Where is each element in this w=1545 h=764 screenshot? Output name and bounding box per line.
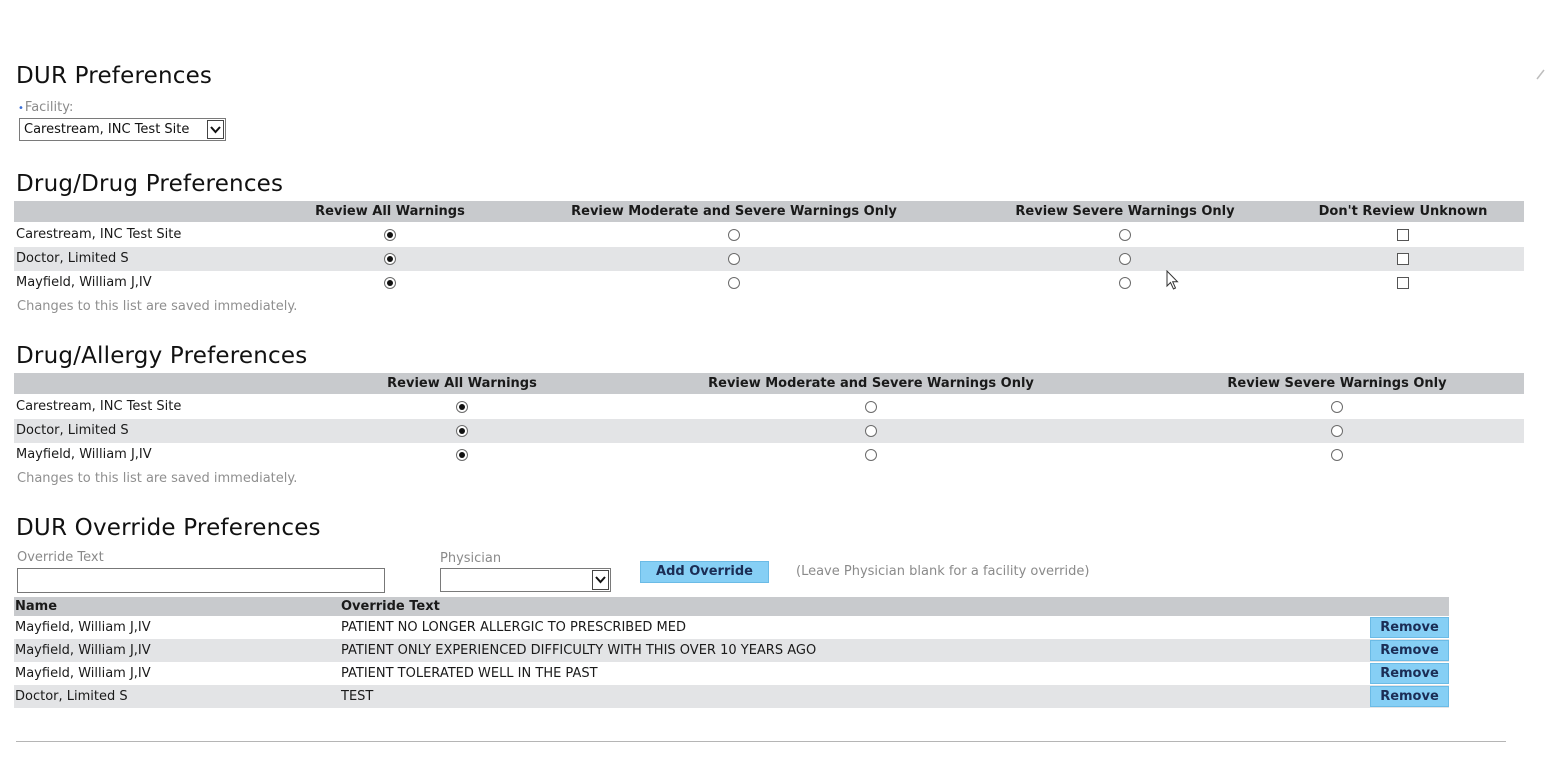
table-row: Carestream, INC Test Site xyxy=(14,395,1524,419)
checkbox-dont-review-unknown[interactable] xyxy=(1397,229,1409,241)
table-row: Doctor, Limited S xyxy=(14,247,1524,271)
radio-review-all[interactable] xyxy=(456,449,468,461)
table-row: Carestream, INC Test Site xyxy=(14,223,1524,247)
radio-review-all[interactable] xyxy=(384,229,396,241)
table-row: Mayfield, William J,IV PATIENT NO LONGER… xyxy=(14,616,1449,639)
page-title: DUR Preferences xyxy=(16,63,213,89)
radio-review-moderate-severe[interactable] xyxy=(865,449,877,461)
row-name: Mayfield, William J,IV xyxy=(15,643,151,658)
override-title: DUR Override Preferences xyxy=(16,515,321,541)
row-name: Doctor, Limited S xyxy=(15,689,128,704)
row-name: Mayfield, William J,IV xyxy=(15,620,151,635)
drug-allergy-table: Review All Warnings Review Moderate and … xyxy=(14,373,1524,469)
drug-allergy-note: Changes to this list are saved immediate… xyxy=(17,471,298,486)
dur-preferences-page: DUR Preferences •Facility: Carestream, I… xyxy=(0,0,1545,764)
mouse-pointer-icon xyxy=(1166,270,1179,290)
row-name: Mayfield, William J,IV xyxy=(15,666,151,681)
drug-allergy-header: Review All Warnings Review Moderate and … xyxy=(14,373,1524,394)
radio-review-moderate-severe[interactable] xyxy=(865,401,877,413)
radio-review-severe[interactable] xyxy=(1119,229,1131,241)
physician-select[interactable] xyxy=(440,568,611,592)
col-review-all: Review All Warnings xyxy=(315,204,465,219)
radio-review-moderate-severe[interactable] xyxy=(728,277,740,289)
facility-label-text: Facility: xyxy=(24,100,74,115)
radio-review-all[interactable] xyxy=(456,401,468,413)
row-override-text: TEST xyxy=(341,689,374,704)
facility-select[interactable]: Carestream, INC Test Site xyxy=(19,118,226,141)
table-row: Doctor, Limited S TEST Remove xyxy=(14,685,1449,708)
col-review-severe: Review Severe Warnings Only xyxy=(1227,376,1447,391)
checkbox-dont-review-unknown[interactable] xyxy=(1397,253,1409,265)
row-override-text: PATIENT TOLERATED WELL IN THE PAST xyxy=(341,666,598,681)
facility-label: •Facility: xyxy=(18,100,73,115)
physician-label: Physician xyxy=(440,551,502,566)
col-review-all: Review All Warnings xyxy=(387,376,537,391)
table-row: Doctor, Limited S xyxy=(14,419,1524,443)
radio-review-severe[interactable] xyxy=(1119,253,1131,265)
row-name: Doctor, Limited S xyxy=(16,423,129,438)
remove-button[interactable]: Remove xyxy=(1370,617,1449,638)
chevron-down-icon[interactable] xyxy=(207,120,224,139)
radio-review-all[interactable] xyxy=(384,277,396,289)
override-text-label: Override Text xyxy=(17,550,104,565)
table-row: Mayfield, William J,IV xyxy=(14,271,1524,295)
divider xyxy=(16,741,1506,742)
override-hint: (Leave Physician blank for a facility ov… xyxy=(796,564,1090,579)
radio-review-severe[interactable] xyxy=(1331,449,1343,461)
remove-button[interactable]: Remove xyxy=(1370,640,1449,661)
radio-review-severe[interactable] xyxy=(1331,401,1343,413)
radio-review-severe[interactable] xyxy=(1119,277,1131,289)
row-name: Doctor, Limited S xyxy=(16,251,129,266)
radio-review-moderate-severe[interactable] xyxy=(728,229,740,241)
row-override-text: PATIENT ONLY EXPERIENCED DIFFICULTY WITH… xyxy=(341,643,817,658)
required-dot-icon: • xyxy=(18,103,24,114)
drug-drug-header: Review All Warnings Review Moderate and … xyxy=(14,201,1524,222)
override-text-input[interactable] xyxy=(17,568,385,593)
col-review-severe: Review Severe Warnings Only xyxy=(1015,204,1235,219)
chevron-down-icon[interactable] xyxy=(592,570,609,590)
radio-review-severe[interactable] xyxy=(1331,425,1343,437)
radio-review-all[interactable] xyxy=(456,425,468,437)
radio-review-all[interactable] xyxy=(384,253,396,265)
table-row: Mayfield, William J,IV PATIENT TOLERATED… xyxy=(14,662,1449,685)
row-name: Mayfield, William J,IV xyxy=(16,447,152,462)
override-table: Name Override Text Mayfield, William J,I… xyxy=(14,597,1449,708)
drug-drug-title: Drug/Drug Preferences xyxy=(16,171,284,197)
row-name: Mayfield, William J,IV xyxy=(16,275,152,290)
drug-drug-table: Review All Warnings Review Moderate and … xyxy=(14,201,1524,297)
checkbox-dont-review-unknown[interactable] xyxy=(1397,277,1409,289)
col-review-moderate-severe: Review Moderate and Severe Warnings Only xyxy=(571,204,897,219)
table-row: Mayfield, William J,IV PATIENT ONLY EXPE… xyxy=(14,639,1449,662)
drug-drug-note: Changes to this list are saved immediate… xyxy=(17,299,298,314)
remove-button[interactable]: Remove xyxy=(1370,663,1449,684)
facility-select-value: Carestream, INC Test Site xyxy=(24,122,190,137)
table-row: Mayfield, William J,IV xyxy=(14,443,1524,467)
row-override-text: PATIENT NO LONGER ALLERGIC TO PRESCRIBED… xyxy=(341,620,687,635)
col-dont-review-unknown: Don't Review Unknown xyxy=(1318,204,1488,219)
col-override-text: Override Text xyxy=(341,599,440,614)
drug-allergy-title: Drug/Allergy Preferences xyxy=(16,343,308,369)
col-review-moderate-severe: Review Moderate and Severe Warnings Only xyxy=(708,376,1034,391)
override-header: Name Override Text xyxy=(14,597,1449,616)
radio-review-moderate-severe[interactable] xyxy=(728,253,740,265)
add-override-button[interactable]: Add Override xyxy=(640,561,769,583)
radio-review-moderate-severe[interactable] xyxy=(865,425,877,437)
scroll-up-icon[interactable] xyxy=(1536,66,1545,80)
remove-button[interactable]: Remove xyxy=(1370,686,1449,707)
row-name: Carestream, INC Test Site xyxy=(16,227,182,242)
col-name: Name xyxy=(15,599,58,614)
row-name: Carestream, INC Test Site xyxy=(16,399,182,414)
